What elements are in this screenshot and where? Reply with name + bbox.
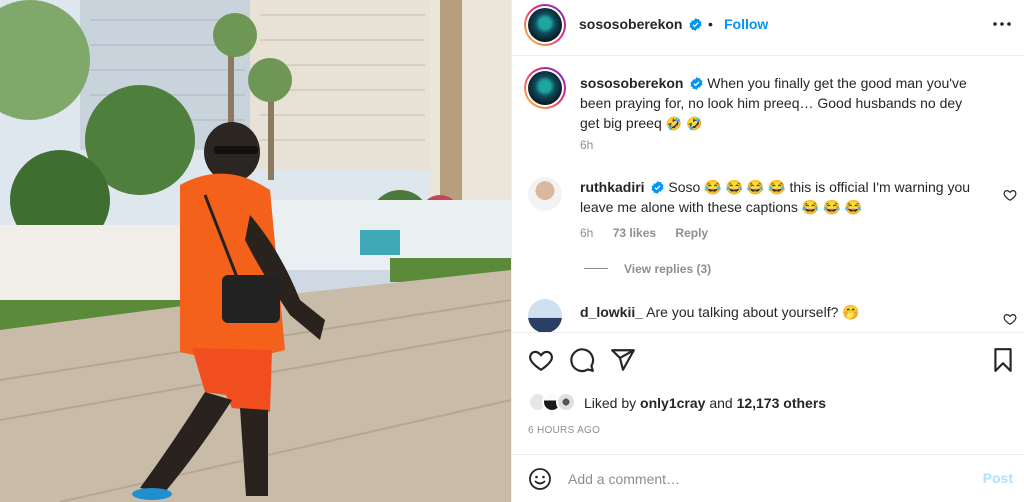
comment-bubble-icon[interactable] [569, 347, 595, 373]
comment-input[interactable] [568, 465, 958, 493]
comment-text-block: ruthkadiri Soso 😂 😂 😂 😂 this is official… [580, 177, 980, 217]
emoji-smiley-icon[interactable] [528, 467, 552, 491]
comment-likes[interactable]: 73 likes [613, 226, 656, 240]
caption-row: sososoberekon When you finally get the g… [512, 57, 1024, 167]
author-avatar[interactable] [524, 4, 566, 46]
likes-summary: Liked by only1cray and 12,173 others [528, 390, 1008, 418]
instagram-post: sososoberekon • Follow sososoberekon Whe… [0, 0, 1024, 502]
comment-text: Are you talking about yourself? 🤭 [646, 304, 860, 320]
caption-time: 6h [580, 138, 594, 152]
post-side-panel: sososoberekon • Follow sososoberekon Whe… [511, 0, 1024, 502]
comment-composer: Post [512, 454, 1024, 502]
post-timestamp[interactable]: 6 HOURS AGO [528, 425, 600, 436]
heart-icon[interactable] [528, 347, 554, 373]
caption-author-avatar[interactable] [524, 67, 566, 109]
liked-and: and [709, 395, 733, 411]
liked-prefix: Liked by [584, 395, 637, 411]
commenter-avatar[interactable] [528, 177, 562, 211]
bookmark-icon[interactable] [990, 347, 1016, 373]
action-bar [512, 334, 1024, 386]
comments-list[interactable]: sososoberekon When you finally get the g… [512, 57, 1024, 333]
liked-by-text: Liked by only1cray and 12,173 others [584, 395, 826, 411]
comment-meta: 6h 73 likes Reply [580, 226, 708, 240]
post-photo-illustration [0, 0, 511, 502]
caption-username[interactable]: sososoberekon [580, 75, 683, 91]
comment-row: ruthkadiri Soso 😂 😂 😂 😂 this is official… [512, 169, 1024, 289]
comment-heart-icon[interactable] [1003, 188, 1017, 202]
verified-badge-icon [651, 179, 664, 194]
view-replies-label: View replies (3) [624, 262, 712, 276]
commenter-avatar[interactable] [528, 299, 562, 332]
comment-row: d_lowkii_ Are you talking about yourself… [512, 295, 1024, 332]
post-photo[interactable] [0, 0, 511, 502]
paper-plane-icon[interactable] [610, 347, 636, 373]
commenter-username[interactable]: ruthkadiri [580, 179, 645, 195]
verified-badge-icon [689, 18, 702, 31]
caption-emojis: 🤣 🤣 [665, 117, 703, 132]
follow-button[interactable]: Follow [724, 16, 768, 32]
post-comment-button[interactable]: Post [983, 470, 1013, 486]
liked-by-username[interactable]: only1cray [640, 395, 705, 411]
comment-text-block: d_lowkii_ Are you talking about yourself… [580, 302, 980, 322]
view-replies-button[interactable]: View replies (3) [584, 262, 711, 276]
liked-others-count[interactable]: 12,173 others [737, 395, 827, 411]
caption-text-block: sososoberekon When you finally get the g… [580, 73, 980, 135]
verified-badge-icon [690, 75, 703, 90]
comment-heart-icon[interactable] [1003, 312, 1017, 326]
more-options-icon[interactable] [990, 12, 1014, 36]
author-username[interactable]: sososoberekon [579, 16, 682, 32]
commenter-username[interactable]: d_lowkii_ [580, 304, 643, 320]
liked-by-avatars[interactable] [528, 392, 588, 414]
reply-button[interactable]: Reply [675, 226, 708, 240]
comment-time: 6h [580, 226, 594, 240]
post-header: sososoberekon • Follow [512, 0, 1024, 56]
liker-avatar [556, 392, 576, 412]
separator-dot: • [708, 16, 713, 32]
